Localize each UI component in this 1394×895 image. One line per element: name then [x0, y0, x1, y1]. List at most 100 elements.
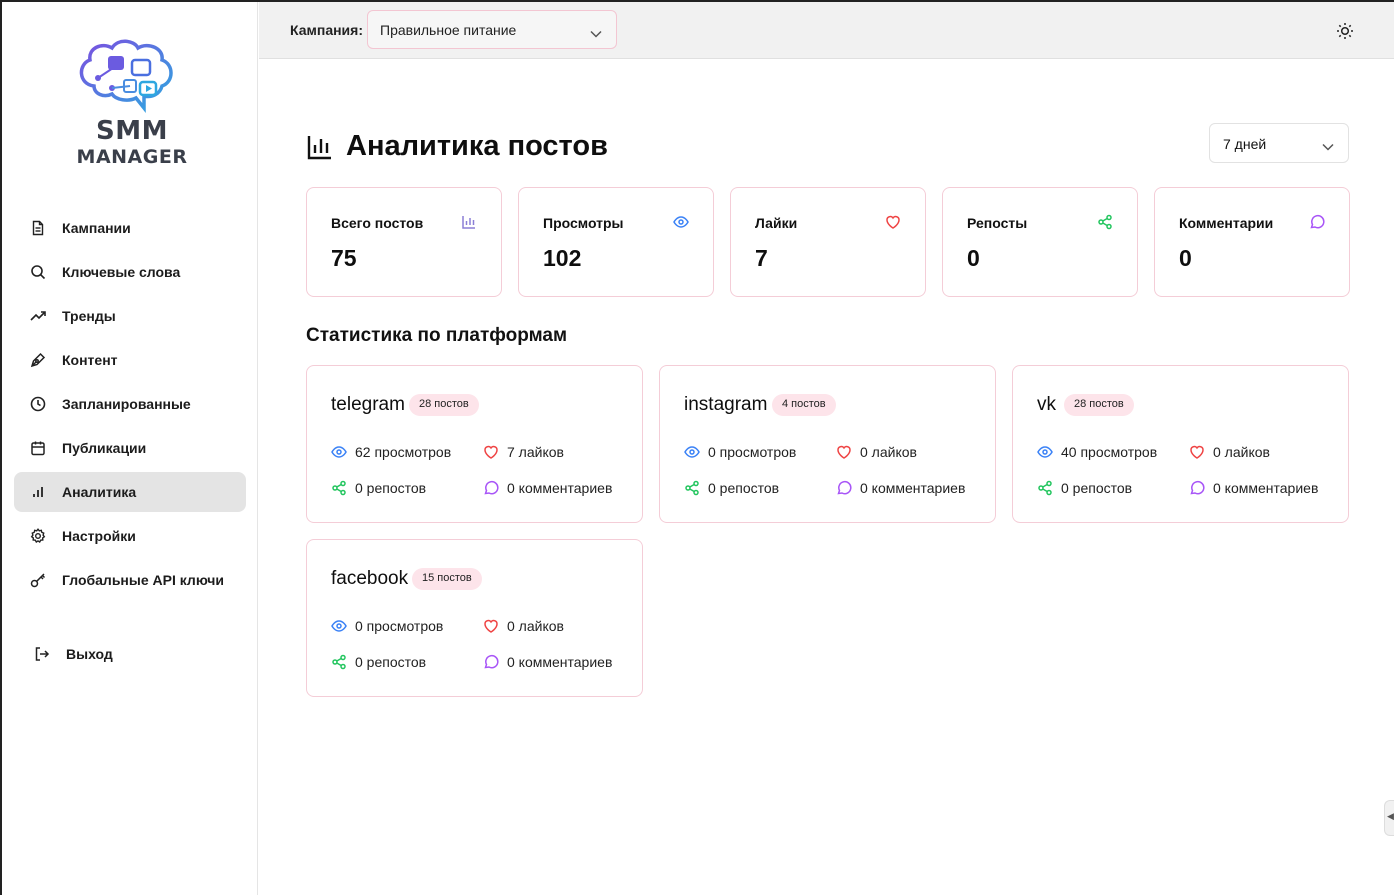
stat-label: Всего постов	[331, 215, 424, 231]
sidebar-item-content[interactable]: Контент	[14, 340, 246, 380]
key-icon	[30, 572, 46, 588]
sidebar-item-campaigns[interactable]: Кампании	[14, 208, 246, 248]
platform-name: facebook	[331, 568, 409, 589]
sidebar-item-analytics[interactable]: Аналитика	[14, 472, 246, 512]
theme-toggle-button[interactable]	[1336, 22, 1354, 40]
logout-button[interactable]: Выход	[14, 634, 246, 674]
metric-value: 0 репостов	[355, 654, 427, 670]
brain-logo-icon	[79, 39, 173, 113]
bar-chart-icon	[461, 214, 477, 230]
heart-icon	[885, 214, 901, 230]
platform-name: instagram	[684, 394, 768, 415]
heart-icon	[483, 444, 499, 460]
metric-likes: 0 лайков	[1189, 444, 1270, 460]
metric-value: 0 комментариев	[860, 480, 966, 496]
comment-icon	[1189, 480, 1205, 496]
metric-value: 0 комментариев	[507, 480, 613, 496]
stat-card-reposts: Репосты 0	[942, 187, 1138, 297]
sidebar-item-scheduled[interactable]: Запланированные	[14, 384, 246, 424]
stat-value: 75	[331, 245, 357, 271]
stat-card-views: Просмотры 102	[518, 187, 714, 297]
metric-value: 0 просмотров	[708, 444, 797, 460]
sidebar-item-label: Ключевые слова	[62, 264, 181, 280]
trending-up-icon	[30, 308, 46, 324]
share-icon	[684, 480, 700, 496]
campaign-select[interactable]: Правильное питание	[367, 10, 617, 49]
comment-icon	[483, 480, 499, 496]
app-logo[interactable]: SMM MANAGER	[72, 38, 192, 168]
stat-value: 102	[543, 245, 582, 271]
sidebar-nav: Кампании Ключевые слова Тренды Контент З…	[14, 208, 246, 604]
gear-icon	[30, 528, 46, 544]
metric-views: 0 просмотров	[331, 618, 443, 634]
sidebar-item-settings[interactable]: Настройки	[14, 516, 246, 556]
metric-value: 0 просмотров	[355, 618, 444, 634]
logo-text-manager: MANAGER	[76, 146, 188, 168]
page-title-text: Аналитика постов	[346, 130, 608, 162]
sidebar: SMM MANAGER Кампании Ключевые слова Трен…	[2, 2, 258, 895]
metric-comments: 0 комментариев	[483, 480, 612, 496]
campaign-label: Кампания:	[290, 22, 363, 38]
stat-card-total-posts: Всего постов 75	[306, 187, 502, 297]
stat-card-likes: Лайки 7	[730, 187, 926, 297]
eye-icon	[331, 618, 347, 634]
metric-value: 0 лайков	[860, 444, 917, 460]
platform-card-vk: vk 28 постов 40 просмотров 0 лайков 0 ре…	[1012, 365, 1349, 523]
metric-reposts: 0 репостов	[1037, 480, 1132, 496]
share-icon	[331, 480, 347, 496]
metric-reposts: 0 репостов	[331, 654, 426, 670]
sidebar-footer: Выход	[14, 634, 246, 678]
metric-value: 40 просмотров	[1061, 444, 1158, 460]
comment-icon	[836, 480, 852, 496]
sidebar-item-keywords[interactable]: Ключевые слова	[14, 252, 246, 292]
sidebar-item-label: Кампании	[62, 220, 131, 236]
share-icon	[1037, 480, 1053, 496]
bar-chart-icon	[306, 133, 334, 161]
metric-value: 0 комментариев	[1213, 480, 1319, 496]
posts-badge: 4 постов	[772, 394, 836, 416]
metric-reposts: 0 репостов	[684, 480, 779, 496]
metric-likes: 0 лайков	[483, 618, 564, 634]
stat-value: 0	[967, 245, 980, 271]
chevron-down-icon	[1322, 138, 1334, 154]
heart-icon	[1189, 444, 1205, 460]
posts-badge: 15 постов	[412, 568, 482, 590]
stat-label: Комментарии	[1179, 215, 1274, 231]
stat-card-comments: Комментарии 0	[1154, 187, 1350, 297]
eye-icon	[331, 444, 347, 460]
metric-comments: 0 комментариев	[836, 480, 965, 496]
side-panel-toggle[interactable]: ◀	[1384, 800, 1394, 836]
stat-label: Лайки	[755, 215, 798, 231]
top-bar: Кампания: Правильное питание	[259, 2, 1394, 59]
sidebar-item-label: Публикации	[62, 440, 147, 456]
sidebar-item-label: Тренды	[62, 308, 116, 324]
stat-value: 0	[1179, 245, 1192, 271]
stat-label: Просмотры	[543, 215, 624, 231]
sidebar-item-label: Контент	[62, 352, 118, 368]
metric-value: 0 репостов	[355, 480, 427, 496]
stat-label: Репосты	[967, 215, 1028, 231]
sidebar-item-api-keys[interactable]: Глобальные API ключи	[14, 560, 246, 600]
page-title: Аналитика постов	[306, 130, 608, 163]
logout-label: Выход	[66, 646, 113, 662]
metric-views: 40 просмотров	[1037, 444, 1157, 460]
period-select-value: 7 дней	[1223, 136, 1267, 152]
comment-icon	[1309, 214, 1325, 230]
sidebar-item-label: Запланированные	[62, 396, 191, 412]
eye-icon	[1037, 444, 1053, 460]
sidebar-item-publications[interactable]: Публикации	[14, 428, 246, 468]
platform-name: vk	[1037, 394, 1056, 415]
metric-views: 62 просмотров	[331, 444, 451, 460]
metric-value: 62 просмотров	[355, 444, 452, 460]
period-select[interactable]: 7 дней	[1209, 123, 1349, 163]
eye-icon	[673, 214, 689, 230]
section-title: Статистика по платформам	[306, 325, 568, 346]
logout-icon	[34, 646, 50, 662]
eye-icon	[684, 444, 700, 460]
share-icon	[331, 654, 347, 670]
metric-value: 7 лайков	[507, 444, 564, 460]
sidebar-item-trends[interactable]: Тренды	[14, 296, 246, 336]
share-icon	[1097, 214, 1113, 230]
calendar-icon	[30, 440, 46, 456]
platform-card-facebook: facebook 15 постов 0 просмотров 0 лайков…	[306, 539, 643, 697]
